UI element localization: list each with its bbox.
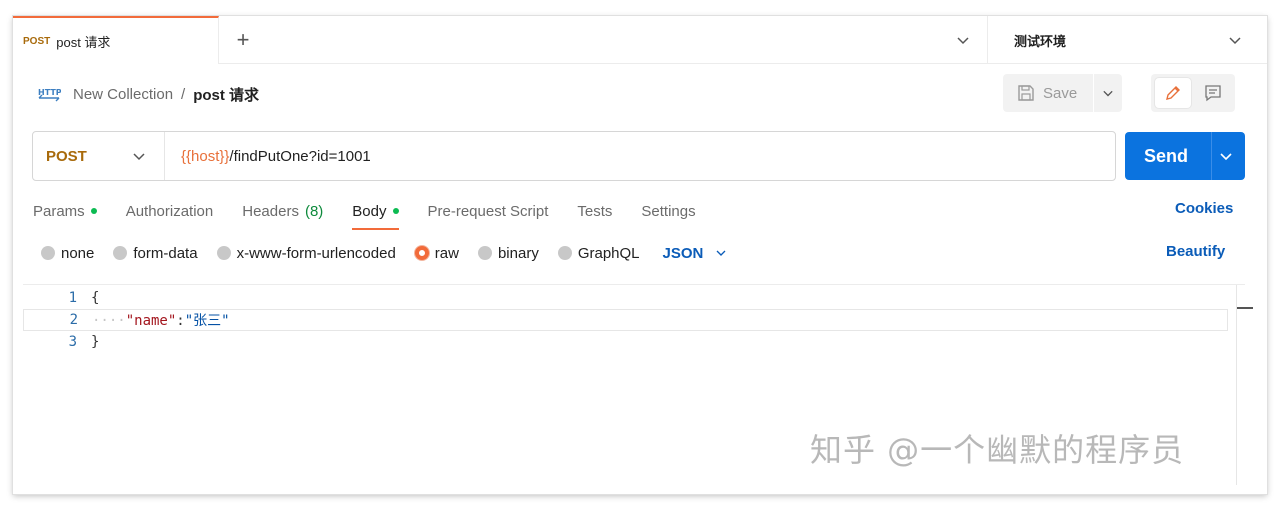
http-icon: HTTP xyxy=(37,84,62,104)
indent-guide: ···· xyxy=(92,313,126,329)
body-type-options: none form-data x-www-form-urlencoded raw… xyxy=(41,240,729,266)
body-option-none[interactable]: none xyxy=(41,245,94,262)
comments-button[interactable] xyxy=(1195,78,1231,108)
editor-scrollbar[interactable] xyxy=(1236,285,1246,485)
tab-body-label: Body xyxy=(352,202,387,220)
option-form-data-label: form-data xyxy=(133,244,198,262)
save-icon xyxy=(1018,85,1034,101)
tab-settings-label: Settings xyxy=(641,202,696,220)
request-url-bar: POST {{host}} /findPutOne?id=1001 xyxy=(32,131,1116,181)
body-option-graphql[interactable]: GraphQL xyxy=(557,244,640,262)
tab-pre-request-script[interactable]: Pre-request Script xyxy=(428,192,549,230)
breadcrumb: New Collection / post 请求 xyxy=(73,84,259,104)
pencil-icon xyxy=(1166,86,1180,100)
option-graphql-label: GraphQL xyxy=(577,244,640,262)
tab-headers[interactable]: Headers (8) xyxy=(242,192,323,230)
url-path: /findPutOne?id=1001 xyxy=(229,147,371,165)
line-number: 3 xyxy=(68,334,77,350)
edit-mode-button[interactable] xyxy=(1155,78,1191,108)
tab-authorization[interactable]: Authorization xyxy=(126,192,214,230)
watermark: 知乎 @一个幽默的程序员 xyxy=(810,431,1185,469)
mode-toggle xyxy=(1151,74,1235,112)
headers-count: (8) xyxy=(304,202,324,220)
tab-body[interactable]: Body xyxy=(352,192,399,230)
body-option-urlencoded[interactable]: x-www-form-urlencoded xyxy=(216,244,396,262)
beautify-link[interactable]: Beautify xyxy=(1166,243,1225,260)
tab-params[interactable]: Params xyxy=(33,192,97,230)
tab-params-label: Params xyxy=(33,202,85,220)
option-none-label: none xyxy=(61,244,95,262)
url-variable: {{host}} xyxy=(181,147,230,165)
environment-label: 测试环境 xyxy=(1014,33,1067,49)
tab-tests-label: Tests xyxy=(577,202,613,220)
request-tabs: Params Authorization Headers (8) Body Pr… xyxy=(33,192,725,230)
send-button[interactable]: Send xyxy=(1125,132,1245,180)
tab-post-request[interactable]: POST post 请求 xyxy=(13,16,219,64)
editor-line-current: 2 ····"name":"张三" xyxy=(23,309,1228,331)
line-number: 1 xyxy=(68,290,77,306)
language-select[interactable]: JSON xyxy=(663,245,730,262)
method-label: POST xyxy=(46,147,87,165)
method-chevron xyxy=(127,144,151,168)
tab-authorization-label: Authorization xyxy=(125,202,214,220)
radio-urlencoded[interactable] xyxy=(216,246,231,260)
option-urlencoded-label: x-www-form-urlencoded xyxy=(236,244,396,262)
cookies-link[interactable]: Cookies xyxy=(1175,200,1233,217)
tab-bar: POST post 请求 + 测试环境 xyxy=(13,16,1267,64)
chevron-down-icon xyxy=(1220,153,1232,161)
breadcrumb-collection[interactable]: New Collection xyxy=(73,86,173,103)
radio-binary[interactable] xyxy=(477,246,492,260)
breadcrumb-row: HTTP New Collection / post 请求 Save xyxy=(13,72,1267,116)
radio-graphql[interactable] xyxy=(557,246,572,260)
chevron-down-icon xyxy=(957,37,969,45)
environment-selector[interactable]: 测试环境 xyxy=(987,16,1267,64)
scroll-position-marker xyxy=(1237,307,1253,309)
json-value: "张三" xyxy=(184,313,230,329)
editor-line: 1 { xyxy=(23,287,1228,309)
chevron-down-icon xyxy=(716,250,726,256)
json-key: "name" xyxy=(125,313,177,329)
tab-headers-label: Headers xyxy=(242,202,299,220)
line-code: } xyxy=(91,334,100,350)
body-option-binary[interactable]: binary xyxy=(477,244,539,262)
line-code: { xyxy=(91,290,100,306)
params-indicator-dot xyxy=(90,208,97,214)
environment-chevron xyxy=(1223,28,1247,52)
breadcrumb-current[interactable]: post 请求 xyxy=(193,84,259,105)
tab-method-label: POST xyxy=(23,35,51,47)
save-options-button[interactable] xyxy=(1094,74,1122,112)
send-divider xyxy=(1211,132,1212,180)
line-code: ····"name":"张三" xyxy=(92,310,230,330)
new-tab-button[interactable]: + xyxy=(229,26,257,54)
chevron-down-icon xyxy=(1229,37,1241,45)
tab-settings[interactable]: Settings xyxy=(641,192,695,230)
chevron-down-icon xyxy=(133,153,145,161)
save-label: Save xyxy=(1043,84,1078,102)
chevron-down-icon xyxy=(1103,90,1113,97)
send-options-button[interactable] xyxy=(1214,144,1238,168)
app-window: POST post 请求 + 测试环境 HTTP New Collection … xyxy=(13,16,1267,494)
line-number: 2 xyxy=(69,312,78,328)
comment-icon xyxy=(1205,85,1221,102)
tab-list-dropdown[interactable] xyxy=(951,28,975,52)
radio-form-data[interactable] xyxy=(113,246,128,260)
radio-raw[interactable] xyxy=(414,246,429,260)
body-option-raw[interactable]: raw xyxy=(414,244,459,262)
save-button[interactable]: Save xyxy=(1003,74,1093,112)
body-indicator-dot xyxy=(392,208,399,214)
json-colon: : xyxy=(176,313,185,329)
editor-line: 3 } xyxy=(23,331,1228,353)
method-select[interactable]: POST xyxy=(33,132,165,180)
body-option-form-data[interactable]: form-data xyxy=(113,244,198,262)
radio-none[interactable] xyxy=(41,246,55,260)
send-label: Send xyxy=(1143,145,1188,166)
tab-title: post 请求 xyxy=(56,34,111,50)
language-label: JSON xyxy=(662,244,704,262)
breadcrumb-separator: / xyxy=(181,85,186,103)
option-raw-label: raw xyxy=(434,244,459,262)
url-input[interactable]: {{host}} /findPutOne?id=1001 xyxy=(181,132,371,180)
tab-pre-request-label: Pre-request Script xyxy=(427,202,549,220)
tab-tests[interactable]: Tests xyxy=(577,192,612,230)
option-binary-label: binary xyxy=(497,244,539,262)
